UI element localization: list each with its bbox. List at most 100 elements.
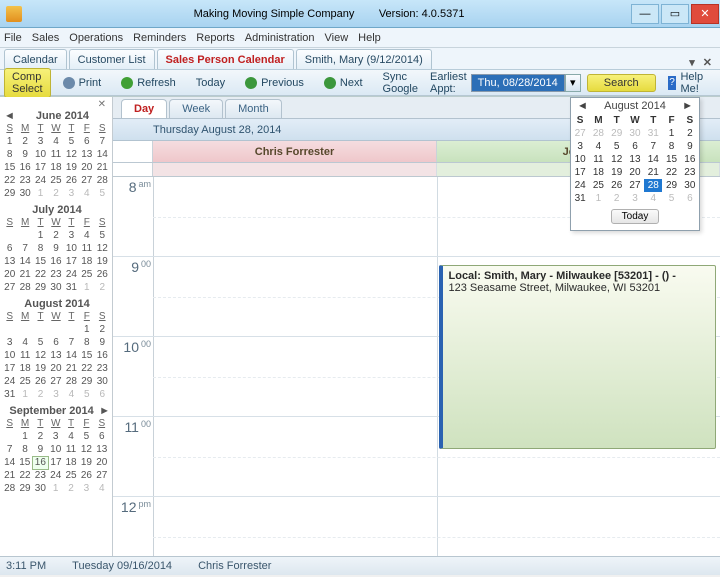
mini-day[interactable] bbox=[17, 229, 32, 242]
popup-day[interactable]: 19 bbox=[608, 166, 626, 179]
mini-day[interactable]: 24 bbox=[48, 469, 63, 482]
mini-day[interactable]: 23 bbox=[48, 268, 63, 281]
popup-day[interactable]: 7 bbox=[644, 140, 662, 153]
mini-day[interactable]: 1 bbox=[79, 323, 94, 336]
mini-day[interactable]: 27 bbox=[94, 469, 109, 482]
popup-day[interactable]: 21 bbox=[644, 166, 662, 179]
mini-day[interactable]: 2 bbox=[33, 430, 48, 443]
mini-day[interactable]: 6 bbox=[48, 336, 63, 349]
mini-day[interactable]: 25 bbox=[79, 268, 94, 281]
help-me-button[interactable]: ?Help Me! bbox=[660, 68, 717, 98]
mini-day[interactable]: 4 bbox=[63, 430, 78, 443]
popup-prev-month[interactable]: ◄ bbox=[577, 100, 588, 112]
popup-day[interactable]: 13 bbox=[626, 153, 644, 166]
popup-day[interactable]: 8 bbox=[662, 140, 680, 153]
popup-day[interactable]: 3 bbox=[571, 140, 589, 153]
mini-day[interactable]: 3 bbox=[48, 430, 63, 443]
mini-day[interactable]: 25 bbox=[48, 174, 63, 187]
menu-view[interactable]: View bbox=[325, 32, 349, 44]
mini-day[interactable]: 7 bbox=[64, 336, 79, 349]
mini-day[interactable] bbox=[2, 430, 17, 443]
mini-day[interactable]: 2 bbox=[48, 187, 63, 200]
mini-day[interactable]: 11 bbox=[17, 349, 32, 362]
mini-day[interactable] bbox=[33, 323, 48, 336]
popup-day[interactable]: 5 bbox=[662, 192, 680, 205]
mini-day[interactable]: 26 bbox=[79, 469, 94, 482]
mini-day[interactable]: 8 bbox=[17, 443, 32, 456]
mini-day[interactable]: 3 bbox=[2, 336, 17, 349]
minimize-button[interactable]: — bbox=[631, 4, 659, 24]
search-button[interactable]: Search bbox=[587, 74, 656, 92]
popup-day[interactable]: 31 bbox=[571, 192, 589, 205]
mini-day[interactable]: 6 bbox=[79, 135, 94, 148]
mini-day[interactable]: 22 bbox=[79, 362, 94, 375]
popup-day[interactable]: 31 bbox=[644, 127, 662, 140]
tab-customer-list[interactable]: Customer List bbox=[69, 49, 155, 69]
mini-day[interactable]: 29 bbox=[33, 281, 48, 294]
mini-day[interactable]: 31 bbox=[2, 388, 17, 401]
mini-day[interactable]: 20 bbox=[48, 362, 63, 375]
previous-button[interactable]: Previous bbox=[237, 74, 312, 92]
popup-day[interactable]: 1 bbox=[589, 192, 607, 205]
mini-day[interactable]: 3 bbox=[48, 388, 63, 401]
mini-day[interactable]: 6 bbox=[2, 242, 17, 255]
mini-day[interactable] bbox=[2, 229, 17, 242]
mini-day[interactable]: 19 bbox=[33, 362, 48, 375]
mini-day[interactable]: 18 bbox=[79, 255, 94, 268]
mini-day[interactable]: 22 bbox=[17, 469, 32, 482]
mini-day[interactable]: 4 bbox=[48, 135, 63, 148]
mini-day[interactable]: 31 bbox=[64, 281, 79, 294]
view-tab-day[interactable]: Day bbox=[121, 99, 167, 118]
mini-day[interactable]: 14 bbox=[2, 456, 17, 469]
mini-day[interactable]: 16 bbox=[95, 349, 110, 362]
tab-smith-mary[interactable]: Smith, Mary (9/12/2014) bbox=[296, 49, 432, 69]
mini-day[interactable]: 9 bbox=[48, 242, 63, 255]
mini-day[interactable]: 11 bbox=[79, 242, 94, 255]
sync-google-button[interactable]: Sync Google bbox=[375, 68, 426, 98]
popup-next-month[interactable]: ► bbox=[682, 100, 693, 112]
mini-day[interactable]: 11 bbox=[63, 443, 78, 456]
mini-day[interactable]: 27 bbox=[79, 174, 94, 187]
mini-day[interactable]: 8 bbox=[79, 336, 94, 349]
popup-day[interactable]: 2 bbox=[608, 192, 626, 205]
menu-file[interactable]: File bbox=[4, 32, 22, 44]
mini-day[interactable]: 6 bbox=[94, 430, 109, 443]
mini-day[interactable]: 13 bbox=[79, 148, 94, 161]
popup-day[interactable]: 22 bbox=[662, 166, 680, 179]
comp-select-button[interactable]: Comp Select bbox=[4, 68, 51, 98]
mini-day[interactable]: 18 bbox=[63, 456, 78, 469]
popup-day[interactable]: 16 bbox=[681, 153, 699, 166]
mini-day[interactable]: 17 bbox=[64, 255, 79, 268]
mini-day[interactable]: 12 bbox=[64, 148, 79, 161]
tab-sales-person-calendar[interactable]: Sales Person Calendar bbox=[157, 49, 294, 69]
popup-day[interactable]: 27 bbox=[571, 127, 589, 140]
mini-day[interactable]: 20 bbox=[79, 161, 94, 174]
popup-day[interactable]: 3 bbox=[626, 192, 644, 205]
mini-day[interactable]: 23 bbox=[17, 174, 32, 187]
mini-day[interactable]: 16 bbox=[17, 161, 32, 174]
mini-day[interactable]: 22 bbox=[33, 268, 48, 281]
mini-day[interactable] bbox=[17, 323, 32, 336]
mini-day[interactable]: 19 bbox=[95, 255, 110, 268]
mini-day[interactable]: 8 bbox=[2, 148, 17, 161]
mini-day[interactable]: 16 bbox=[48, 255, 63, 268]
mini-day[interactable]: 13 bbox=[94, 443, 109, 456]
mini-day[interactable]: 17 bbox=[33, 161, 48, 174]
mini-day[interactable]: 1 bbox=[79, 281, 94, 294]
mini-day[interactable]: 4 bbox=[17, 336, 32, 349]
mini-day[interactable]: 25 bbox=[63, 469, 78, 482]
mini-day[interactable]: 3 bbox=[64, 187, 79, 200]
mini-day[interactable]: 2 bbox=[63, 482, 78, 495]
popup-today-button[interactable]: Today bbox=[611, 209, 660, 224]
mini-day[interactable]: 23 bbox=[33, 469, 48, 482]
mini-day[interactable]: 7 bbox=[95, 135, 110, 148]
mini-day[interactable]: 21 bbox=[95, 161, 110, 174]
mini-day[interactable]: 1 bbox=[33, 229, 48, 242]
mini-day[interactable]: 7 bbox=[17, 242, 32, 255]
mini-day[interactable]: 10 bbox=[33, 148, 48, 161]
hour-row[interactable]: 12pm bbox=[113, 497, 720, 556]
print-button[interactable]: Print bbox=[55, 74, 110, 92]
mini-day[interactable]: 5 bbox=[79, 388, 94, 401]
mini-day[interactable] bbox=[64, 323, 79, 336]
close-button[interactable]: ✕ bbox=[691, 4, 719, 24]
